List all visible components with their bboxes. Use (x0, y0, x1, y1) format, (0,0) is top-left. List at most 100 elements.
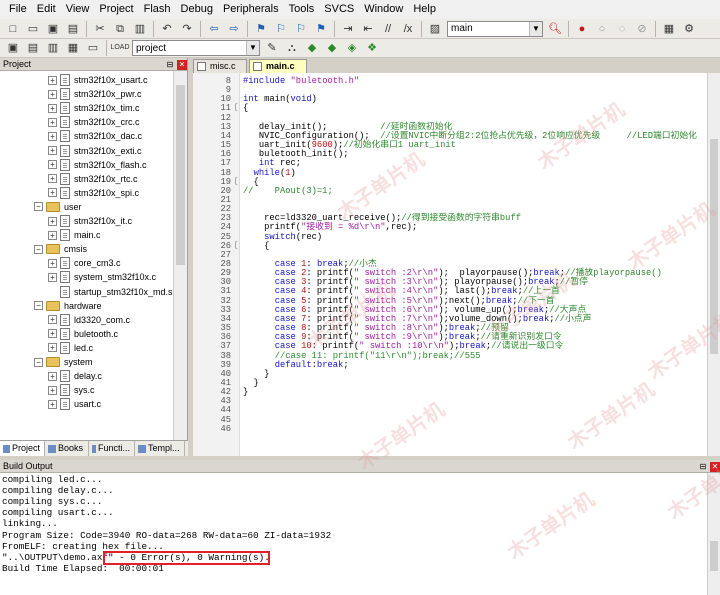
tree-file[interactable]: + sys.c (48, 383, 95, 397)
tree-file[interactable]: + core_cm3.c (48, 256, 121, 270)
download-icon[interactable]: LOAD (110, 40, 129, 56)
comment-icon[interactable]: // (380, 21, 396, 37)
rebuild-icon[interactable]: ▥ (45, 40, 61, 56)
menu-flash[interactable]: Flash (139, 0, 176, 19)
tree-file[interactable]: + stm32f10x_dac.c (48, 129, 142, 143)
breakpoint-disable-icon[interactable]: ◌ (614, 21, 630, 37)
tree-file[interactable]: + delay.c (48, 369, 102, 383)
find-in-files-icon[interactable]: ▨ (427, 21, 443, 37)
menu-peripherals[interactable]: Peripherals (218, 0, 284, 19)
close-icon[interactable]: ✕ (177, 60, 187, 70)
collapse-icon[interactable]: − (34, 357, 43, 367)
expand-icon[interactable]: + (48, 272, 57, 282)
expand-icon[interactable]: + (48, 160, 57, 170)
panel-tab-books[interactable]: Books (45, 441, 89, 456)
tree-file[interactable]: + stm32f10x_crc.c (48, 115, 140, 129)
select-packs-icon[interactable]: ◆ (324, 40, 340, 56)
redo-icon[interactable]: ↷ (179, 21, 195, 37)
expand-icon[interactable]: + (48, 216, 57, 226)
build-output-scrollbar[interactable] (707, 473, 720, 595)
configure-icon[interactable]: ⚙ (681, 21, 697, 37)
target-select[interactable]: project ▼ (132, 40, 260, 56)
expand-icon[interactable]: + (48, 230, 57, 240)
expand-icon[interactable]: + (48, 315, 57, 325)
editor-tab[interactable]: main.c (249, 59, 307, 73)
tree-file[interactable]: startup_stm32f10x_md.s (48, 285, 173, 299)
menu-help[interactable]: Help (408, 0, 441, 19)
new-file-icon[interactable]: □ (5, 21, 21, 37)
collapse-icon[interactable]: − (34, 244, 43, 254)
batch-build-icon[interactable]: ▦ (65, 40, 81, 56)
stop-build-icon[interactable]: ▭ (85, 40, 101, 56)
manage-components-icon[interactable]: ◆ (304, 40, 320, 56)
expand-icon[interactable]: + (48, 258, 57, 268)
panel-tab-functi[interactable]: Functi... (89, 441, 135, 456)
tree-file[interactable]: + main.c (48, 228, 101, 242)
prev-bookmark-icon[interactable]: ⚐ (273, 21, 289, 37)
open-folder-icon[interactable]: ▭ (25, 21, 41, 37)
menu-debug[interactable]: Debug (176, 0, 218, 19)
debug-start-icon[interactable]: ● (574, 21, 590, 37)
window-layout-icon[interactable]: ▦ (661, 21, 677, 37)
tree-scrollbar-thumb[interactable] (176, 85, 185, 265)
build-output-text[interactable]: compiling led.c... compiling delay.c... co… (0, 473, 707, 595)
tree-file[interactable]: + led.c (48, 341, 93, 355)
target-options-icon[interactable]: ✎ (264, 40, 280, 56)
pin-icon[interactable]: ⊟ (165, 60, 175, 70)
tree-file[interactable]: + stm32f10x_pwr.c (48, 87, 142, 101)
clear-bookmarks-icon[interactable]: ⚑ (313, 21, 329, 37)
find-combo[interactable]: main ▼ (447, 20, 543, 37)
expand-icon[interactable]: + (48, 131, 57, 141)
expand-icon[interactable]: + (48, 146, 57, 155)
expand-icon[interactable]: + (48, 188, 57, 198)
tree-file[interactable]: + stm32f10x_it.c (48, 214, 132, 228)
expand-icon[interactable]: + (48, 371, 57, 381)
nav-forward-icon[interactable]: ⇨ (226, 21, 242, 37)
breakpoint-kill-icon[interactable]: ⊘ (634, 21, 650, 37)
expand-icon[interactable]: + (48, 103, 57, 113)
chevron-down-icon[interactable]: ▼ (529, 21, 542, 36)
menu-view[interactable]: View (61, 0, 95, 19)
tree-scrollbar[interactable] (173, 71, 187, 443)
bookmark-icon[interactable]: ⚑ (253, 21, 269, 37)
editor-tab[interactable]: misc.c (193, 59, 247, 73)
tree-file[interactable]: + usart.c (48, 397, 101, 411)
pin-icon[interactable]: ⊟ (698, 462, 708, 472)
file-extensions-icon[interactable]: ⛬ (284, 40, 300, 56)
editor-scrollbar-thumb[interactable] (710, 139, 718, 354)
pack-installer-icon[interactable]: ❖ (364, 40, 380, 56)
save-all-icon[interactable]: ▤ (65, 21, 81, 37)
tree-file[interactable]: + stm32f10x_tim.c (48, 101, 140, 115)
tree-folder[interactable]: − cmsis (34, 242, 87, 256)
cut-icon[interactable]: ✂ (92, 21, 108, 37)
tree-file[interactable]: + stm32f10x_rtc.c (48, 172, 138, 186)
expand-icon[interactable]: + (48, 89, 57, 99)
paste-icon[interactable]: ▥ (132, 21, 148, 37)
expand-icon[interactable]: + (48, 174, 57, 184)
panel-tab-templ[interactable]: Templ... (135, 441, 185, 456)
tree-file[interactable]: + stm32f10x_spi.c (48, 186, 139, 200)
tree-folder[interactable]: − system (34, 355, 93, 369)
expand-icon[interactable]: + (48, 385, 57, 395)
tree-file[interactable]: + stm32f10x_usart.c (48, 73, 148, 87)
menu-project[interactable]: Project (94, 0, 138, 19)
expand-icon[interactable]: + (48, 117, 57, 127)
menu-file[interactable]: File (4, 0, 32, 19)
editor-scrollbar[interactable] (707, 73, 720, 456)
menu-tools[interactable]: Tools (284, 0, 320, 19)
tree-folder[interactable]: − hardware (34, 299, 102, 313)
uncomment-icon[interactable]: /x (400, 21, 416, 37)
tree-file[interactable]: + stm32f10x_flash.c (48, 158, 147, 172)
close-icon[interactable]: ✕ (710, 462, 720, 472)
collapse-icon[interactable]: − (34, 202, 43, 212)
run-time-env-icon[interactable]: ◈ (344, 40, 360, 56)
tree-file[interactable]: + system_stm32f10x.c (48, 270, 156, 284)
unindent-icon[interactable]: ⇤ (360, 21, 376, 37)
expand-icon[interactable]: + (48, 329, 57, 339)
build-icon[interactable]: ▤ (25, 40, 41, 56)
menu-svcs[interactable]: SVCS (319, 0, 359, 19)
nav-back-icon[interactable]: ⇦ (206, 21, 222, 37)
tree-file[interactable]: + ld3320_com.c (48, 313, 130, 327)
expand-icon[interactable]: + (48, 343, 57, 353)
panel-tab-project[interactable]: Project (0, 441, 45, 456)
